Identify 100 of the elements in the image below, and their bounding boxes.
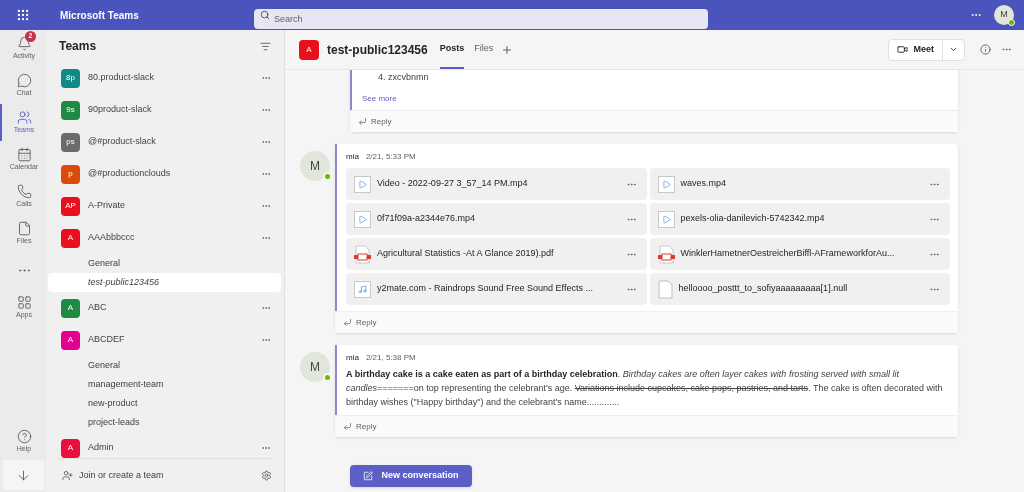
file-name: waves.mp4: [680, 177, 728, 191]
filter-icon[interactable]: [260, 40, 271, 52]
file-attachment[interactable]: pexels-olia-danilevich-5742342.mp4: [649, 203, 950, 235]
file-name: Video - 2022-09-27 3_57_14 PM.mp4: [377, 177, 529, 191]
join-team-link[interactable]: Join or create a team: [79, 468, 255, 483]
video-file-icon: [657, 210, 675, 228]
channel-title: test-public123456: [327, 41, 428, 59]
file-name: 0f71f09a-a2344e76.mp4: [377, 212, 477, 226]
bell-icon: [16, 36, 32, 51]
team-item[interactable]: 8p 80.product-slack: [46, 62, 284, 94]
team-item[interactable]: A Admin: [46, 432, 284, 458]
user-avatar[interactable]: M: [994, 5, 1014, 25]
chat-icon: [16, 73, 32, 88]
team-item[interactable]: A ABC: [46, 292, 284, 324]
video-file-icon: [354, 175, 371, 193]
channel-item[interactable]: management-team: [48, 375, 281, 394]
team-name: @#product-slack: [88, 135, 157, 149]
settings-icon[interactable]: [261, 470, 272, 481]
team-item[interactable]: ps @#product-slack: [46, 126, 284, 158]
people-icon: [16, 110, 32, 125]
info-icon[interactable]: [980, 44, 991, 55]
team-name: ABC: [88, 301, 108, 315]
reply-arrow-icon: [358, 117, 367, 126]
file-name: helloooo_posttt_to_sofiyaaaaaaaaa[1].null: [678, 282, 849, 296]
team-avatar: p: [61, 164, 80, 184]
team-avatar: 9s: [61, 100, 80, 120]
team-name: 90product-slack: [88, 103, 153, 117]
team-avatar: A: [61, 228, 80, 248]
file-attachment[interactable]: waves.mp4: [649, 168, 950, 200]
reply-button[interactable]: Reply: [343, 420, 377, 433]
meet-button[interactable]: Meet: [889, 39, 943, 60]
channel-item[interactable]: General: [48, 254, 281, 273]
message-text: 4. zxcvbnmn: [377, 71, 430, 84]
team-avatar: A: [61, 330, 80, 350]
video-file-icon: [354, 210, 371, 228]
file-attachment[interactable]: Video - 2022-09-27 3_57_14 PM.mp4: [346, 168, 647, 200]
pdf-file-icon: [657, 244, 675, 264]
team-name: 80.product-slack: [88, 71, 156, 85]
team-name: Admin: [88, 441, 115, 455]
new-conversation-button[interactable]: New conversation: [350, 465, 472, 487]
reply-button[interactable]: Reply: [343, 316, 377, 329]
audio-file-icon: [354, 280, 371, 298]
team-item[interactable]: A AAAbbbccc: [46, 222, 284, 254]
reply-button[interactable]: Reply: [358, 115, 392, 128]
team-avatar: AP: [61, 196, 80, 216]
file-attachment[interactable]: y2mate.com - Raindrops Sound Free Sound Effects ...: [346, 273, 647, 305]
video-file-icon: [657, 175, 675, 193]
message-text: A birthday cake is a cake eaten as part of a birthday celebration. Birthday cakes are often layer cakes with frosting served with small lit candles=======on top representing the celebrant's age. Variations include cupcakes, cake pops, pastries, and tarts. The cake is often decorated with birthday wishes ("Happy birthday") and the celebrant's name.............: [346, 368, 944, 409]
app-title: Microsoft Teams: [60, 8, 140, 23]
channel-item[interactable]: test-public123456: [48, 273, 281, 292]
file-name: WinklerHametnerOestreicherBiffl-AFrameworkforAu...: [680, 247, 896, 261]
user-avatar[interactable]: M: [300, 151, 330, 181]
team-name: A-Private: [88, 199, 126, 213]
file-name: pexels-olia-danilevich-5742342.mp4: [680, 212, 826, 226]
people-add-icon: [62, 470, 73, 481]
team-name: @#productionclouds: [88, 167, 172, 181]
channel-item[interactable]: new-product: [48, 394, 281, 413]
team-item[interactable]: p @#productionclouds: [46, 158, 284, 190]
channel-item[interactable]: General: [48, 356, 281, 375]
team-name: ABCDEF: [88, 333, 126, 347]
file-attachment[interactable]: 0f71f09a-a2344e76.mp4: [346, 203, 647, 235]
channel-item[interactable]: project-leads: [48, 413, 281, 432]
help-icon: [16, 429, 32, 444]
team-item[interactable]: 9s 90product-slack: [46, 94, 284, 126]
phone-icon: [16, 184, 32, 199]
team-avatar: ps: [61, 132, 80, 152]
file-name: y2mate.com - Raindrops Sound Free Sound Effects ...: [377, 282, 594, 296]
panel-title: Teams: [59, 38, 97, 55]
channel-tab[interactable]: Files: [474, 30, 494, 69]
video-camera-icon: [897, 44, 909, 55]
team-item[interactable]: AP A-Private: [46, 190, 284, 222]
message-time: 2/21, 5:38 PM: [365, 352, 416, 364]
author-name: mia: [346, 352, 359, 364]
team-avatar: 8p: [61, 68, 80, 88]
apps-icon: [16, 295, 32, 310]
calendar-icon: [16, 147, 32, 162]
user-avatar[interactable]: M: [300, 352, 330, 382]
add-tab-icon[interactable]: [501, 43, 514, 56]
team-avatar: A: [61, 298, 80, 318]
file-attachment[interactable]: WinklerHametnerOestreicherBiffl-AFrameworkforAu...: [649, 238, 950, 270]
team-name: AAAbbbccc: [88, 231, 136, 245]
message-time: 2/21, 5:33 PM: [365, 151, 416, 163]
team-item[interactable]: A ABCDEF: [46, 324, 284, 356]
compose-icon: [363, 471, 374, 481]
author-name: mia: [346, 151, 359, 163]
pdf-file-icon: [354, 244, 371, 264]
file-name: Agricultural Statistics -At A Glance 2019).pdf: [377, 247, 555, 261]
app-launcher-icon[interactable]: [16, 8, 30, 22]
file-attachment[interactable]: helloooo_posttt_to_sofiyaaaaaaaaa[1].null: [649, 273, 950, 305]
search-icon: [260, 10, 270, 20]
reply-arrow-icon: [343, 422, 352, 431]
blank-file-icon: [657, 279, 673, 299]
see-more-link[interactable]: See more: [362, 93, 397, 105]
file-icon: [16, 221, 32, 236]
download-icon: [15, 467, 31, 483]
chevron-down-icon: [949, 45, 958, 54]
team-avatar: A: [61, 438, 80, 458]
reply-arrow-icon: [343, 318, 352, 327]
search-field[interactable]: Search: [254, 9, 708, 29]
file-attachment[interactable]: Agricultural Statistics -At A Glance 2019).pdf: [346, 238, 647, 270]
